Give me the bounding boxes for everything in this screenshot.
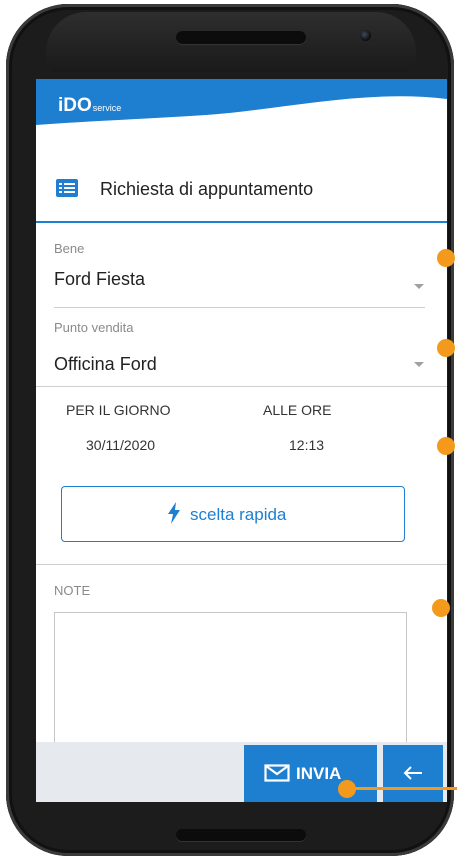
back-button[interactable] bbox=[383, 745, 443, 802]
giorno-value[interactable]: 30/11/2020 bbox=[86, 437, 155, 453]
app-logo: iDOservice bbox=[58, 95, 121, 117]
send-label: INVIA bbox=[296, 764, 342, 783]
ore-label: ALLE ORE bbox=[263, 402, 332, 418]
bene-select[interactable]: Ford Fiesta bbox=[54, 269, 145, 290]
note-textarea[interactable] bbox=[54, 612, 407, 752]
arrow-left-icon bbox=[403, 766, 422, 780]
annotation-marker-send bbox=[338, 780, 356, 798]
annotation-marker-note bbox=[432, 599, 450, 617]
note-label: NOTE bbox=[54, 583, 91, 598]
ore-value[interactable]: 12:13 bbox=[289, 437, 324, 453]
app-header: iDOservice bbox=[36, 79, 447, 141]
punto-vendita-label: Punto vendita bbox=[54, 320, 134, 335]
bottom-speaker bbox=[176, 829, 306, 841]
annotation-marker-punto-vendita bbox=[437, 339, 455, 357]
bene-label: Bene bbox=[54, 241, 85, 256]
quick-pick-label: scelta rapida bbox=[190, 505, 287, 524]
dropdown-caret-icon[interactable] bbox=[414, 362, 424, 367]
list-icon bbox=[56, 179, 78, 197]
punto-vendita-select[interactable]: Officina Ford bbox=[54, 354, 157, 375]
quick-pick-button[interactable]: scelta rapida bbox=[61, 486, 405, 542]
section-divider bbox=[36, 386, 447, 387]
page-title-row: Richiesta di appuntamento bbox=[36, 169, 447, 223]
front-camera bbox=[360, 30, 371, 41]
logo-main: iDO bbox=[58, 95, 92, 116]
send-button[interactable]: INVIA bbox=[244, 745, 377, 802]
page-title: Richiesta di appuntamento bbox=[100, 179, 314, 199]
mail-icon bbox=[264, 764, 290, 782]
dropdown-caret-icon[interactable] bbox=[414, 284, 424, 289]
annotation-marker-bene bbox=[437, 249, 455, 267]
giorno-label: PER IL GIORNO bbox=[66, 402, 171, 418]
annotation-marker-date-time bbox=[437, 437, 455, 455]
bottom-action-bar: INVIA bbox=[36, 742, 447, 802]
earpiece-speaker bbox=[176, 31, 306, 44]
bene-underline bbox=[54, 307, 425, 308]
logo-sub: service bbox=[92, 103, 122, 113]
section-divider bbox=[36, 564, 447, 565]
lightning-icon bbox=[168, 502, 180, 524]
annotation-pointer-line bbox=[346, 787, 457, 790]
phone-frame: iDOservice Richiesta di appuntamento Ben… bbox=[6, 4, 454, 856]
app-screen: iDOservice Richiesta di appuntamento Ben… bbox=[36, 79, 447, 802]
